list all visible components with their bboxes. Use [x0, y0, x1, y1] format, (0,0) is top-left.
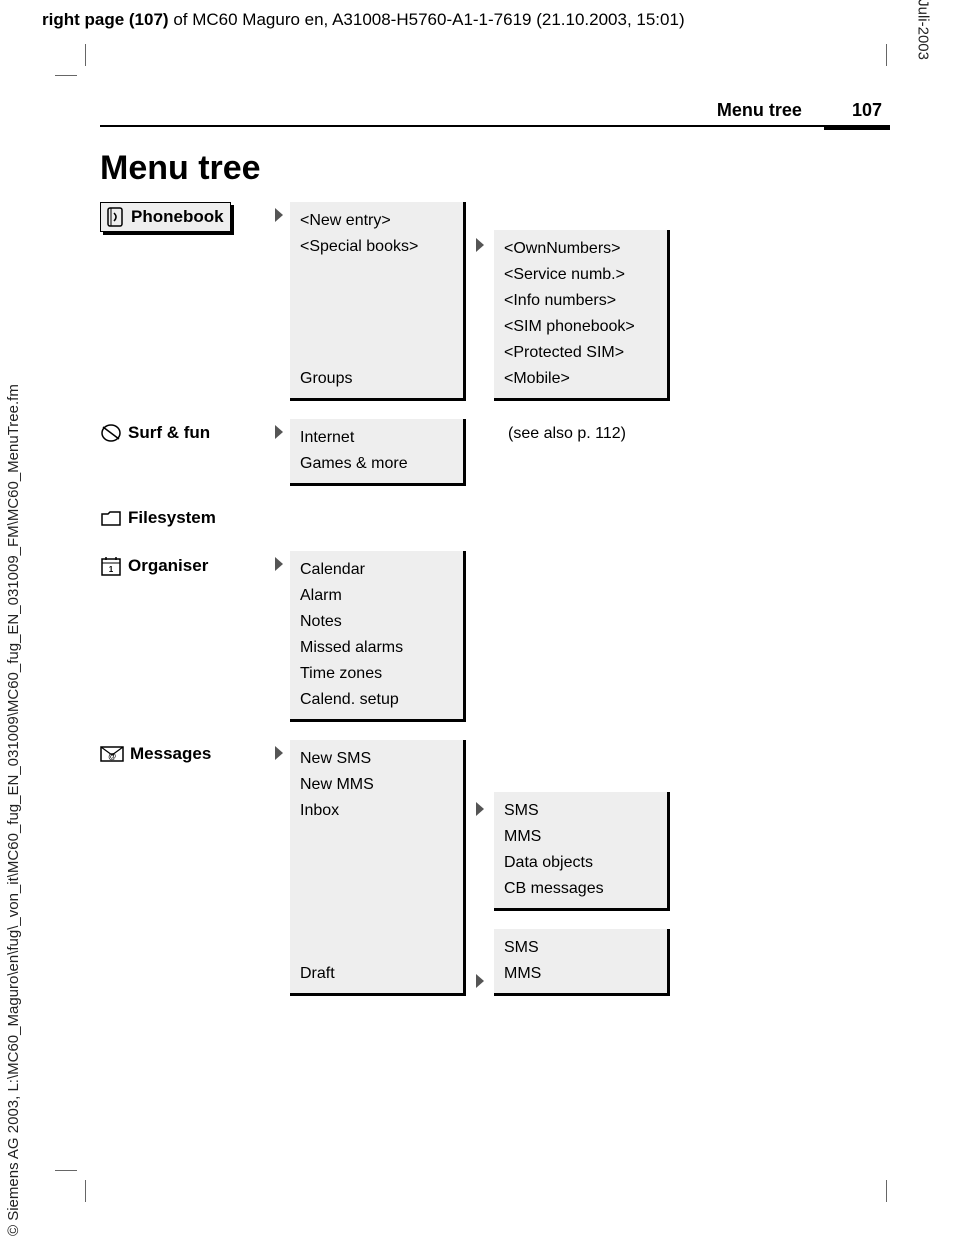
svg-text:1: 1 [109, 565, 114, 574]
list-item: SMS [504, 935, 657, 961]
list-item: Games & more [300, 451, 453, 477]
menu-organiser-label: Organiser [128, 556, 208, 576]
menu-tree: Phonebook <New entry> <Special books> Gr… [100, 202, 890, 996]
list-item: MMS [504, 961, 657, 987]
arrow-icon [268, 202, 290, 224]
menu-phonebook-label: Phonebook [131, 207, 224, 227]
side-right-text: VAR Language: English; VAR issue date: 1… [915, 0, 932, 60]
list-item: Inbox [300, 798, 453, 824]
crop-mark [55, 1170, 77, 1171]
running-section: Menu tree [717, 100, 802, 121]
running-page-number: 107 [852, 100, 882, 121]
menu-messages: @ Messages [100, 740, 217, 768]
list-item: Time zones [300, 661, 453, 687]
folder-icon [100, 508, 122, 528]
menu-surf: Surf & fun [100, 419, 216, 447]
list-item: <Info numbers> [504, 288, 657, 314]
envelope-icon: @ [100, 745, 124, 763]
tree-row-messages: @ Messages New SMS New MMS Inbox Draft [100, 740, 890, 996]
arrow-icon [268, 740, 290, 762]
page-title: Menu tree [100, 149, 890, 188]
list-item: Missed alarms [300, 635, 453, 661]
list-item: Alarm [300, 583, 453, 609]
crop-mark [886, 44, 887, 66]
crop-mark [55, 75, 77, 76]
arrow-icon [466, 968, 494, 994]
list-item: SMS [504, 798, 657, 824]
svg-text:@: @ [108, 752, 116, 761]
list-item: <New entry> [300, 208, 453, 234]
crop-mark [85, 1180, 86, 1202]
tree-row-surf: Surf & fun Internet Games & more (see al… [100, 419, 890, 486]
running-head: Menu tree 107 [100, 100, 890, 127]
list-item: <Service numb.> [504, 262, 657, 288]
list-item: Calendar [300, 557, 453, 583]
list-item: Notes [300, 609, 453, 635]
arrow-icon [466, 796, 494, 822]
tree-row-organiser: 1 Organiser Calendar Alarm Notes Missed … [100, 551, 890, 722]
tree-row-filesystem: Filesystem [100, 504, 890, 533]
page-content: Menu tree 107 Menu tree Phonebook <New e… [100, 100, 890, 1014]
list-item: Calend. setup [300, 687, 453, 713]
menu-filesystem: Filesystem [100, 504, 222, 532]
menu-surf-label: Surf & fun [128, 423, 210, 443]
arrow-icon [466, 232, 494, 258]
menu-messages-label: Messages [130, 744, 211, 764]
list-item: <SIM phonebook> [504, 314, 657, 340]
menu-organiser: 1 Organiser [100, 551, 214, 581]
list-item: <OwnNumbers> [504, 236, 657, 262]
menu-filesystem-label: Filesystem [128, 508, 216, 528]
list-item: CB messages [504, 876, 657, 902]
crop-mark [886, 1180, 887, 1202]
surf-icon [100, 423, 122, 443]
menu-phonebook: Phonebook [100, 202, 231, 232]
list-item: <Protected SIM> [504, 340, 657, 366]
phonebook-icon [105, 207, 125, 227]
list-item: New MMS [300, 772, 453, 798]
list-item: Internet [300, 425, 453, 451]
list-item: <Mobile> [504, 366, 657, 392]
surf-note: (see also p. 112) [496, 419, 626, 486]
list-item: <Special books> [300, 234, 453, 260]
list-item: Groups [300, 366, 453, 392]
list-item: Draft [300, 961, 453, 987]
side-left-text: © Siemens AG 2003, L:\MC60_Maguro\en\fug… [5, 384, 22, 1236]
list-item: Data objects [504, 850, 657, 876]
doc-header-rest: of MC60 Maguro en, A31008-H5760-A1-1-761… [169, 10, 685, 29]
list-item: New SMS [300, 746, 453, 772]
doc-header-bold: right page (107) [42, 10, 169, 29]
arrow-icon [268, 551, 290, 573]
tree-row-phonebook: Phonebook <New entry> <Special books> Gr… [100, 202, 890, 401]
doc-header: right page (107) of MC60 Maguro en, A310… [42, 10, 685, 30]
calendar-icon: 1 [100, 555, 122, 577]
crop-mark [85, 44, 86, 66]
arrow-icon [268, 419, 290, 441]
list-item: MMS [504, 824, 657, 850]
